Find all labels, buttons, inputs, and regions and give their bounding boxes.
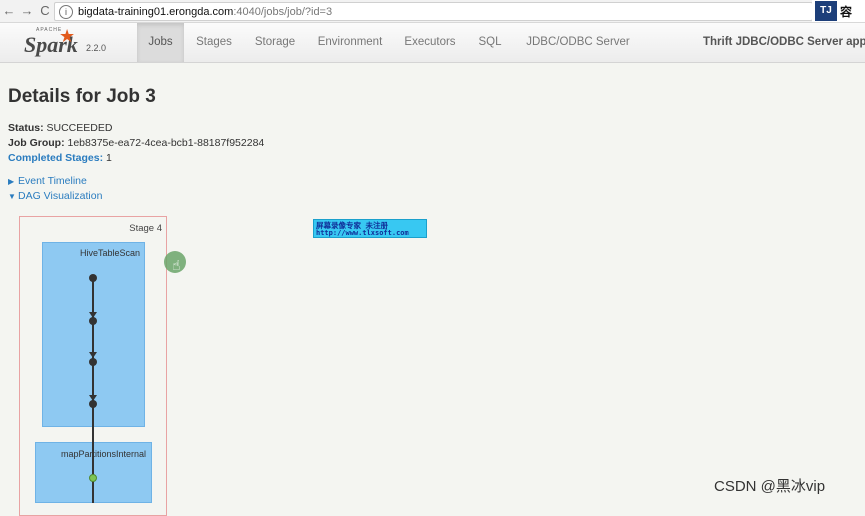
cluster-label-mappartitionsinternal: mapPartitionsInternal <box>61 449 147 459</box>
job-group-value: 1eb8375e-ea72-4cea-bcb1-88187f952284 <box>67 137 265 149</box>
page-title: Details for Job 3 <box>8 86 156 107</box>
spark-navbar: APACHE Spark ★ 2.2.0 Jobs Stages Storage… <box>0 23 865 63</box>
status-label: Status: <box>8 122 44 134</box>
watermark-line2: http://www.tlxsoft.com <box>316 229 409 237</box>
recorder-watermark: 屏幕录像专家 未注册 http://www.tlxsoft.com <box>313 219 427 238</box>
tab-sql[interactable]: SQL <box>472 23 508 62</box>
spark-logo[interactable]: APACHE Spark ★ 2.2.0 <box>22 26 117 60</box>
event-timeline-label: Event Timeline <box>18 175 87 187</box>
tab-jdbc-odbc-server[interactable]: JDBC/ODBC Server <box>518 23 638 62</box>
tab-stages[interactable]: Stages <box>188 23 240 62</box>
dag-node[interactable] <box>89 317 97 325</box>
forward-icon[interactable]: → <box>18 0 36 22</box>
job-group-row: Job Group: 1eb8375e-ea72-4cea-bcb1-88187… <box>8 137 264 149</box>
event-timeline-toggle[interactable]: ▶ Event Timeline <box>8 175 87 187</box>
status-row: Status: SUCCEEDED <box>8 122 112 134</box>
spark-star-icon: ★ <box>59 26 76 46</box>
url-domain: bigdata-training01.erongda.com <box>78 5 234 18</box>
dag-node-highlighted[interactable] <box>89 474 97 482</box>
app-name: Thrift JDBC/ODBC Server appl <box>703 36 865 48</box>
completed-stages-row: Completed Stages: 1 <box>8 152 112 164</box>
dag-node[interactable] <box>89 274 97 282</box>
dag-node[interactable] <box>89 400 97 408</box>
dag-node[interactable] <box>89 358 97 366</box>
address-bar[interactable]: i bigdata-training01.erongda.com:4040/jo… <box>54 2 813 21</box>
tab-jobs[interactable]: Jobs <box>137 23 184 62</box>
tab-environment[interactable]: Environment <box>310 23 390 62</box>
job-group-label: Job Group: <box>8 137 65 149</box>
expand-arrow-icon: ▶ <box>8 177 15 186</box>
extension-logo-text: 容 <box>840 4 853 19</box>
cluster-label-hivetablescan: HiveTableScan <box>80 248 141 258</box>
back-icon[interactable]: ← <box>0 0 18 22</box>
url-path: :4040/jobs/job/?id=3 <box>233 5 333 18</box>
cursor-hand-icon: ☝ <box>172 257 181 273</box>
stage-label: Stage 4 <box>129 223 162 234</box>
tab-storage[interactable]: Storage <box>248 23 302 62</box>
collapse-arrow-icon: ▼ <box>8 192 16 201</box>
completed-stages-link[interactable]: Completed Stages: <box>8 152 103 164</box>
reload-icon[interactable]: C <box>36 0 54 22</box>
site-info-icon[interactable]: i <box>59 4 73 19</box>
csdn-watermark: CSDN @黑冰vip <box>714 478 826 495</box>
brand-version: 2.2.0 <box>86 43 107 53</box>
status-value: SUCCEEDED <box>46 122 113 134</box>
completed-stages-value: 1 <box>106 152 112 164</box>
dag-visualization-toggle[interactable]: ▼ DAG Visualization <box>8 190 102 202</box>
extension-logo-icon: TJ <box>815 1 837 21</box>
tab-executors[interactable]: Executors <box>398 23 462 62</box>
extension-logo[interactable]: TJ 容 <box>812 0 865 22</box>
dag-visualization-label: DAG Visualization <box>18 190 103 202</box>
